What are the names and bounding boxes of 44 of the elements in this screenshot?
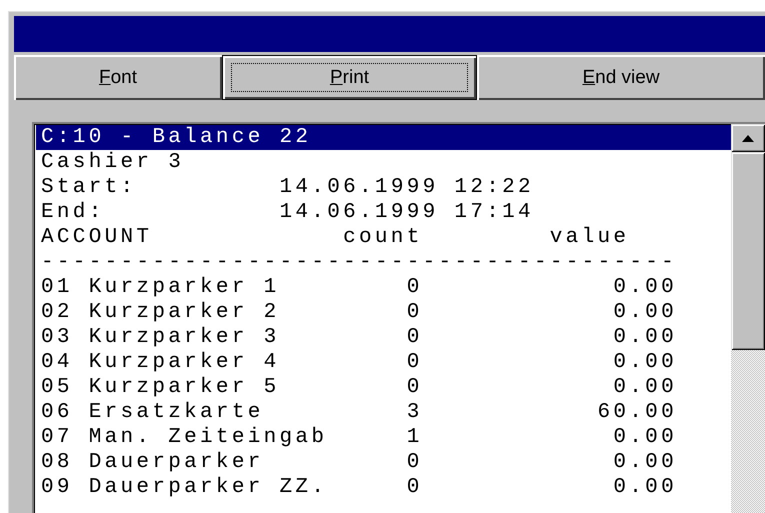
period-label: End: — [41, 200, 106, 225]
value-cell-text: 0.00 — [612, 350, 677, 375]
period-label: Start: — [41, 175, 138, 200]
account-cell-text: 04 Kurzparker 4 — [41, 350, 281, 375]
account-cell-text: 05 Kurzparker 5 — [41, 375, 281, 400]
count-cell-text: 0 — [406, 325, 423, 350]
scrollbar[interactable] — [731, 124, 765, 513]
account-cell-text: 06 Ersatzkarte — [41, 400, 265, 425]
count-cell-text: 0 — [406, 350, 423, 375]
account-cell-text: 08 Dauerparker — [41, 450, 265, 475]
column-header: ACCOUNT — [41, 225, 154, 250]
account-cell-text: 09 Dauerparker ZZ. — [41, 475, 328, 500]
value-cell-text: 60.00 — [596, 400, 677, 425]
scroll-thumb[interactable] — [731, 152, 765, 350]
account-cell-text: 01 Kurzparker 1 — [41, 275, 281, 300]
column-header: count — [343, 225, 423, 250]
cashier-line: Cashier 3 — [40, 150, 186, 175]
column-header: value — [548, 225, 630, 250]
value-cell-text: 0.00 — [612, 275, 677, 300]
count-cell-text: 0 — [406, 475, 423, 500]
account-cell-text: 03 Kurzparker 3 — [41, 325, 281, 350]
count-cell-text: 0 — [406, 450, 423, 475]
report-title[interactable]: C:10 - Balance 22 — [36, 125, 731, 150]
value-cell-text: 0.00 — [612, 300, 677, 325]
account-cell-text: 02 Kurzparker 2 — [41, 300, 281, 325]
count-cell-text: 3 — [406, 400, 423, 425]
count-cell-text: 0 — [406, 300, 423, 325]
count-cell-text: 0 — [406, 275, 423, 300]
period-value: 14.06.1999 17:14 — [280, 200, 535, 225]
value-cell-text: 0.00 — [612, 425, 677, 450]
value-cell-text: 0.00 — [612, 375, 677, 400]
scroll-up-button[interactable] — [731, 124, 765, 152]
toolbar-button[interactable]: End view — [477, 55, 765, 100]
period-value: 14.06.1999 12:22 — [280, 175, 535, 200]
toolbar-button[interactable]: Font — [14, 55, 222, 100]
toolbar-button[interactable]: Print — [222, 55, 477, 100]
value-cell-text: 0.00 — [612, 325, 677, 350]
count-cell-text: 0 — [406, 375, 423, 400]
separator-line: ---------------------------------------- — [40, 250, 678, 275]
value-cell-text: 0.00 — [612, 450, 677, 475]
account-cell-text: 07 Man. Zeiteingab — [41, 425, 328, 450]
count-cell-text: 1 — [406, 425, 423, 450]
value-cell-text: 0.00 — [612, 475, 677, 500]
up-triangle-icon — [742, 134, 754, 142]
